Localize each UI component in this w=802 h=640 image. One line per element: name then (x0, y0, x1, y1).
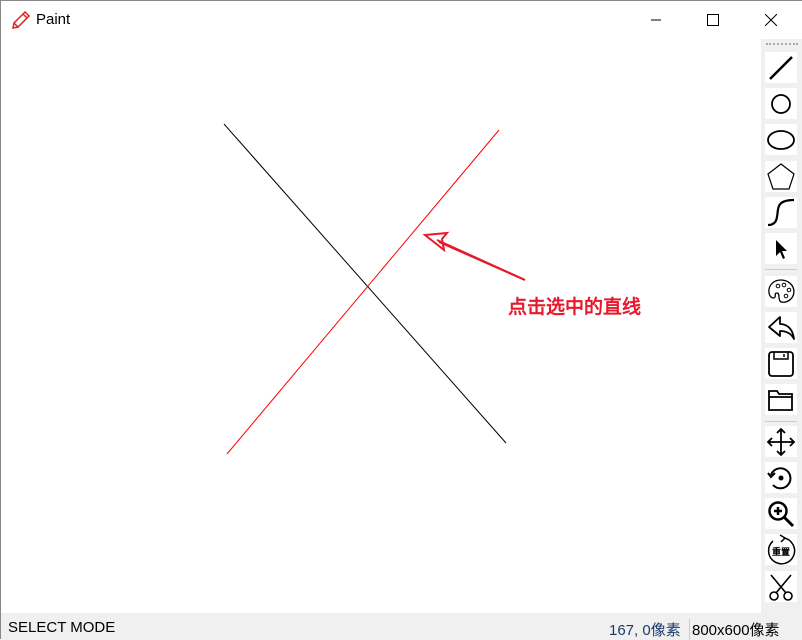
cut-button[interactable] (765, 571, 797, 602)
drawing-canvas[interactable]: 点击选中的直线 (1, 39, 761, 613)
pencil-icon (12, 10, 31, 29)
curve-icon (767, 198, 795, 226)
open-button[interactable] (765, 384, 797, 415)
selected-red-line[interactable] (226, 129, 500, 455)
line-tool-button[interactable] (765, 52, 797, 83)
reset-label: 重置 (772, 546, 790, 558)
tool-panel: 重置 (761, 39, 802, 613)
select-tool-button[interactable] (765, 233, 797, 264)
maximize-button[interactable] (690, 1, 736, 39)
open-folder-icon (768, 389, 793, 411)
color-palette-button[interactable] (765, 276, 797, 307)
status-mode: SELECT MODE (8, 619, 116, 636)
ellipse-icon (767, 129, 795, 150)
toolbar-grip[interactable] (766, 43, 798, 45)
zoom-in-icon (768, 500, 795, 527)
status-coordinates: 167, 0像素 (609, 622, 681, 639)
polygon-icon (767, 162, 795, 190)
ellipse-tool-button[interactable] (765, 124, 797, 155)
circle-icon (771, 93, 791, 114)
zoom-in-button[interactable] (765, 498, 797, 529)
undo-button[interactable] (765, 312, 797, 343)
minimize-button[interactable] (633, 1, 679, 39)
status-canvas-size: 800x600像素 (689, 619, 780, 640)
annotation-arrow (422, 231, 526, 281)
move-button[interactable] (765, 426, 797, 457)
annotation-text: 点击选中的直线 (508, 296, 642, 318)
window-title: Paint (36, 11, 71, 28)
reset-icon: 重置 (767, 533, 796, 565)
undo-icon (768, 315, 795, 340)
curve-tool-button[interactable] (765, 197, 797, 228)
palette-icon (768, 278, 795, 303)
polygon-tool-button[interactable] (765, 161, 797, 192)
save-button[interactable] (765, 348, 797, 379)
line-icon (769, 55, 793, 80)
rotate-icon (767, 466, 792, 489)
minimize-icon (651, 19, 661, 21)
rotate-button[interactable] (765, 462, 797, 493)
status-bar: SELECT MODE 167, 0像素 800x600像素 (1, 613, 802, 640)
select-cursor-icon (776, 239, 787, 259)
reset-button[interactable]: 重置 (765, 533, 797, 565)
title-bar: Paint (1, 1, 802, 39)
circle-tool-button[interactable] (765, 88, 797, 119)
close-icon (765, 14, 777, 26)
save-icon (768, 350, 794, 377)
cut-icon (769, 573, 793, 601)
close-button[interactable] (748, 1, 794, 39)
maximize-icon (707, 14, 719, 26)
move-icon (766, 427, 796, 456)
